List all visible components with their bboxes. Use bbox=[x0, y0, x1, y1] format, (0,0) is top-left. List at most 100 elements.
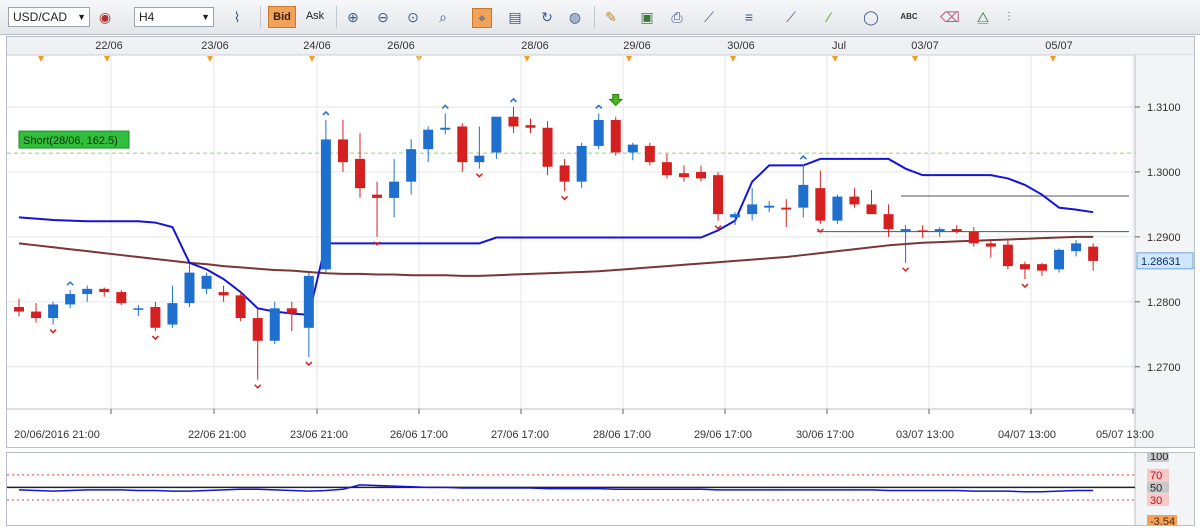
candle-body bbox=[525, 125, 536, 128]
candle-body bbox=[201, 275, 212, 289]
candle-body bbox=[1002, 244, 1013, 267]
trend-tool-icon[interactable]: ⟋ bbox=[782, 8, 800, 26]
oscillator-chart[interactable]: 100 705030 -3.54 bbox=[7, 450, 1194, 528]
horizontal-lines-icon[interactable]: ≡ bbox=[740, 8, 758, 26]
candle-body bbox=[1088, 246, 1099, 261]
candle-body bbox=[457, 126, 468, 163]
candle-body bbox=[661, 162, 672, 176]
top-date-label: 29/06 bbox=[623, 40, 651, 52]
candle-body bbox=[133, 308, 144, 310]
position-label: Short(28/06, 162.5) bbox=[23, 135, 118, 147]
timeframe-select[interactable]: H4 ▼ bbox=[134, 7, 214, 27]
candle-body bbox=[815, 188, 826, 221]
candle-body bbox=[542, 127, 553, 167]
candle-body bbox=[747, 204, 758, 215]
time-tick-label: 22/06 21:00 bbox=[188, 429, 246, 441]
candle-body bbox=[968, 231, 979, 244]
lines-tool-icon[interactable]: ⟋ bbox=[700, 8, 718, 26]
fractal-down-arrow bbox=[561, 195, 569, 201]
price-tick-label: 1.3100 bbox=[1147, 102, 1181, 114]
template-icon[interactable]: ▤ bbox=[506, 8, 524, 26]
pencil-icon[interactable]: ⁄ bbox=[820, 8, 838, 26]
candle-body bbox=[474, 155, 485, 163]
top-date-label: 23/06 bbox=[201, 40, 229, 52]
candle-body bbox=[31, 311, 42, 319]
session-marker bbox=[207, 56, 213, 62]
candle-body bbox=[781, 207, 792, 210]
oscillator-tick-label: 70 bbox=[1150, 470, 1162, 482]
candle-body bbox=[99, 288, 110, 293]
time-tick-label: 05/07 13:00 bbox=[1096, 429, 1154, 441]
candle-body bbox=[934, 229, 945, 232]
top-date-label: 28/06 bbox=[521, 40, 549, 52]
zoom-out-icon[interactable]: ⊖ bbox=[374, 8, 392, 26]
fractal-up-arrow bbox=[509, 97, 517, 103]
price-chart[interactable]: 22/06 23/06 24/06 26/06 28/06 29/06 30/06 Jul 03… bbox=[7, 37, 1194, 447]
time-tick-label: 23/06 21:00 bbox=[290, 429, 348, 441]
candle-body bbox=[985, 243, 996, 247]
session-marker bbox=[626, 56, 632, 62]
top-date-label: 26/06 bbox=[387, 40, 415, 52]
crosshair-icon[interactable]: ⌖ bbox=[472, 8, 492, 28]
candle-body bbox=[167, 303, 178, 325]
candle-body bbox=[320, 139, 331, 270]
price-tick-label: 1.2700 bbox=[1147, 362, 1181, 374]
candle-body bbox=[917, 230, 928, 232]
candle-body bbox=[900, 229, 911, 232]
timeframe-value: H4 bbox=[139, 10, 155, 24]
candle-body bbox=[883, 214, 894, 230]
top-date-label: 24/06 bbox=[303, 40, 331, 52]
symbol-select[interactable]: USD/CAD ▼ bbox=[8, 7, 90, 27]
price-chart-frame: 22/06 23/06 24/06 26/06 28/06 29/06 30/06 Jul 03… bbox=[6, 36, 1195, 448]
indicator-icon[interactable]: ⌇ bbox=[228, 8, 246, 26]
candle-body bbox=[866, 204, 877, 215]
candle-body bbox=[82, 288, 93, 295]
candle-body bbox=[269, 308, 280, 341]
session-marker bbox=[912, 56, 918, 62]
zoom-select-icon[interactable]: ⊙ bbox=[404, 8, 422, 26]
bid-button[interactable]: Bid bbox=[268, 6, 296, 28]
candle-body bbox=[627, 144, 638, 153]
globe-icon[interactable]: ◍ bbox=[566, 8, 584, 26]
ruler-icon[interactable]: ✎ bbox=[602, 8, 620, 26]
candle-body bbox=[644, 145, 655, 163]
candle-body bbox=[286, 308, 297, 314]
price-tick-label: 1.3000 bbox=[1147, 167, 1181, 179]
candle-body bbox=[406, 149, 417, 182]
candle-body bbox=[1019, 264, 1030, 270]
zoom-area-icon[interactable]: ⌕ bbox=[434, 8, 452, 26]
text-tool-icon[interactable]: ABC bbox=[900, 8, 918, 26]
candle-body bbox=[593, 119, 604, 146]
ask-button[interactable]: Ask bbox=[301, 6, 329, 28]
session-marker bbox=[104, 56, 110, 62]
candle-body bbox=[303, 275, 314, 328]
fractal-down-arrow bbox=[902, 267, 910, 272]
eraser-icon[interactable]: ⌫ bbox=[940, 8, 960, 26]
oscillator-frame: 100 70 50 30 -3.54 bbox=[6, 450, 1195, 528]
chart-type-icon[interactable]: ◉ bbox=[96, 8, 114, 26]
image-icon[interactable]: ▣ bbox=[638, 8, 656, 26]
toolbar-separator bbox=[336, 6, 337, 28]
top-date-label: 03/07 bbox=[911, 40, 939, 52]
oscillator-tick-label: 50 bbox=[1150, 482, 1162, 494]
time-tick-label: 04/07 13:00 bbox=[998, 429, 1056, 441]
print-icon[interactable]: ⎙ bbox=[668, 8, 686, 26]
more-icon[interactable]: ⋮ bbox=[1000, 8, 1018, 26]
time-tick-label: 03/07 13:00 bbox=[896, 429, 954, 441]
top-date-label: 05/07 bbox=[1045, 40, 1073, 52]
candle-body bbox=[65, 294, 76, 305]
candle-body bbox=[849, 196, 860, 205]
refresh-icon[interactable]: ↻ bbox=[538, 8, 556, 26]
zoom-in-icon[interactable]: ⊕ bbox=[344, 8, 362, 26]
fractal-down-arrow bbox=[475, 173, 483, 178]
entry-arrow-icon bbox=[608, 93, 623, 107]
candle-body bbox=[116, 292, 127, 304]
candle-body bbox=[696, 171, 706, 179]
ellipse-icon[interactable]: ◯ bbox=[862, 8, 880, 26]
price-tick-label: 1.2800 bbox=[1147, 297, 1181, 309]
session-marker bbox=[309, 56, 315, 62]
hierarchy-icon[interactable]: ⧋ bbox=[974, 8, 992, 26]
session-marker bbox=[524, 56, 530, 62]
toolbar: USD/CAD ▼ ◉ H4 ▼ ⌇ Bid Ask ⊕ ⊖ ⊙ ⌕ ⌖ ▤ ↻… bbox=[0, 0, 1200, 35]
fractal-down-arrow bbox=[305, 361, 313, 367]
